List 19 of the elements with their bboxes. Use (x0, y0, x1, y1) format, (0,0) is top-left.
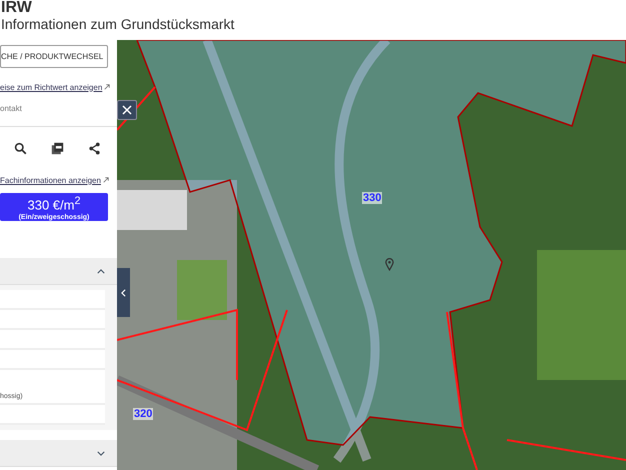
close-button[interactable] (117, 100, 137, 120)
info-link[interactable]: Fachinformationen anzeigen (0, 176, 101, 184)
close-icon (122, 105, 132, 115)
app-title: IRW (1, 0, 33, 16)
product-switch-button[interactable]: CHE / PRODUKTWECHSEL (0, 45, 108, 68)
location-pin-icon (385, 258, 394, 271)
chevron-icon (97, 268, 105, 274)
zone-value-label: 330 (362, 192, 382, 204)
share-icon[interactable] (88, 142, 101, 154)
search-icon[interactable] (14, 142, 27, 154)
chevron-icon (121, 288, 126, 296)
pdf-icon[interactable] (51, 142, 64, 154)
hint-link[interactable]: eise zum Richtwert anzeigen (0, 82, 102, 92)
app-subtitle: Informationen zum Grundstücksmarkt (1, 16, 236, 33)
land-value-price: 330 €/m$^{2}$ (27, 194, 80, 214)
zone-value-label: 320 (133, 408, 154, 420)
external-link-icon (104, 84, 110, 90)
external-link-icon (102, 177, 109, 183)
chevron-icon (97, 450, 105, 456)
